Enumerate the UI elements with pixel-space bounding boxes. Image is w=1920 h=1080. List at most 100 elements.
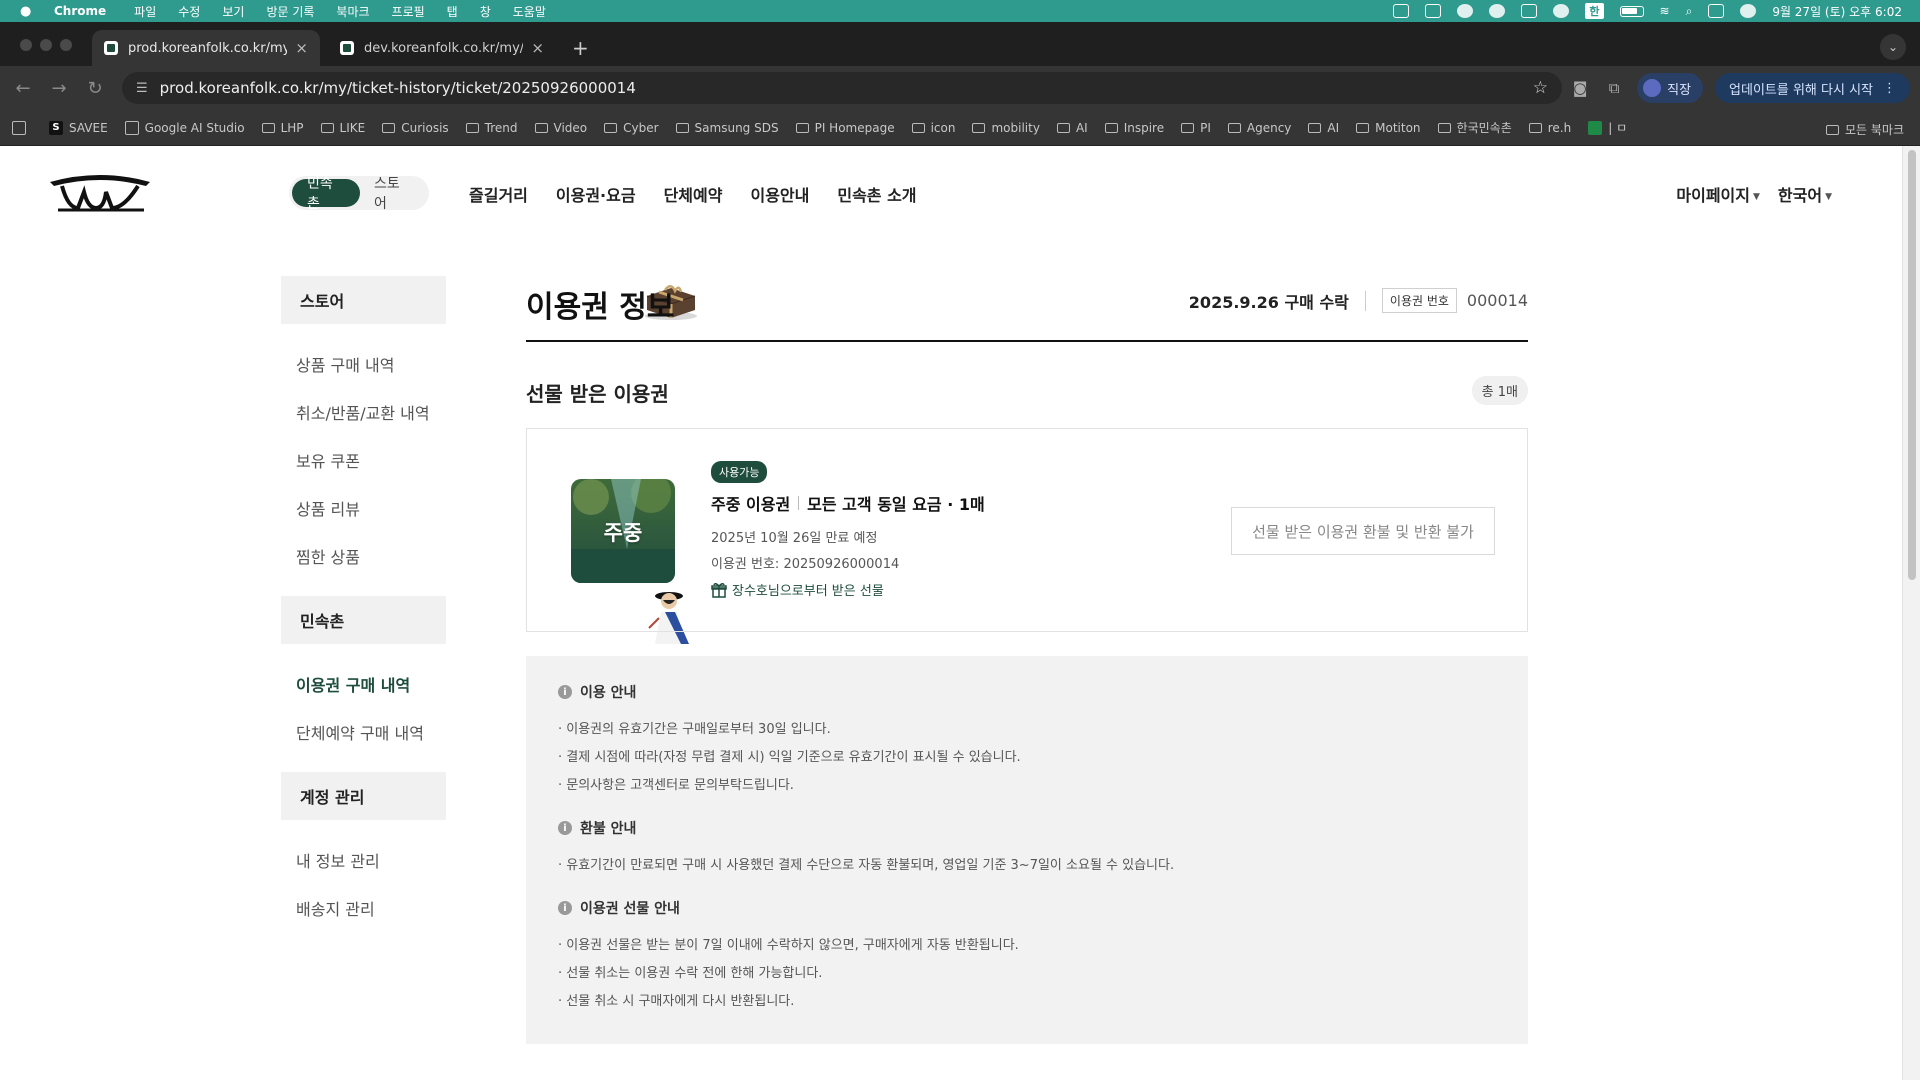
favicon-icon [104,41,118,55]
bookmark-folder[interactable]: PI Homepage [795,121,895,135]
bookmark-folder[interactable]: AI [1056,121,1088,135]
bookmark-star-icon[interactable]: ☆ [1533,78,1548,98]
nav-guide[interactable]: 이용안내 [750,182,809,206]
bookmark-folder[interactable]: LIKE [320,121,365,135]
mypage-dropdown[interactable]: 마이페이지 ▼ [1676,182,1760,206]
bookmark-google-ai-studio[interactable]: Google AI Studio [124,120,245,135]
sidebar-item-addresses[interactable]: 배송지 관리 [296,896,375,920]
bookmark-folder[interactable]: Curiosis [382,121,449,135]
folder-icon [1528,122,1542,133]
all-bookmarks-folder[interactable]: 모든 북마크 [1825,121,1904,138]
bookmark-item[interactable]: | ㅁ [1588,119,1627,136]
page-scrollbar[interactable] [1902,146,1920,1080]
nav-tickets-fees[interactable]: 이용권·요금 [556,182,636,206]
folk-village-logo[interactable] [48,172,152,212]
sidebar-item-group-orders[interactable]: 단체예약 구매 내역 [296,720,424,744]
nav-attractions[interactable]: 즐길거리 [469,182,528,206]
chat-status-icon[interactable] [1553,4,1570,18]
drive-status-icon[interactable] [1425,4,1442,18]
new-tab-button[interactable]: + [572,38,589,58]
siri-icon[interactable] [1740,4,1757,18]
camera-icon[interactable]: ◙ [1569,79,1591,97]
spotlight-search-icon[interactable]: ⌕ [1686,4,1693,19]
bookmark-folder[interactable]: Cyber [604,121,659,135]
bookmark-folder[interactable]: Video [534,121,587,135]
bookmark-folder[interactable]: mobility [972,121,1040,135]
browser-tab[interactable]: dev.koreanfolk.co.kr/my/ticke × [328,30,556,66]
bookmark-folder[interactable]: Samsung SDS [675,121,779,135]
tab-search-button[interactable]: ⌄ [1880,34,1906,60]
bookmark-folder[interactable]: 한국민속촌 [1437,119,1512,136]
shield-status-icon[interactable] [1521,4,1538,18]
close-tab-icon[interactable]: × [531,39,544,57]
input-method-indicator[interactable]: 한 [1585,3,1604,19]
battery-icon[interactable] [1619,5,1644,17]
bookmark-folder[interactable]: icon [911,121,955,135]
menu-tab[interactable]: 탭 [447,3,458,20]
sidebar-item-my-info[interactable]: 내 정보 관리 [296,848,380,872]
sidebar-item-coupons[interactable]: 보유 쿠폰 [296,448,360,472]
plus-bookmark-icon [1588,120,1603,135]
menu-help[interactable]: 도움말 [513,3,546,20]
sidebar-item-cancel-return[interactable]: 취소/반품/교환 내역 [296,400,430,424]
update-restart-button[interactable]: 업데이트를 위해 다시 시작 ⋮ [1715,73,1910,103]
segment-folk-village[interactable]: 민속촌 [292,176,360,212]
wifi-icon[interactable]: ≋ [1660,4,1670,18]
apps-grid-icon[interactable] [12,120,32,135]
bookmark-folder[interactable]: Inspire [1104,121,1164,135]
menu-window[interactable]: 창 [480,3,491,20]
sidebar-item-ticket-orders[interactable]: 이용권 구매 내역 [296,672,410,696]
back-button[interactable]: ← [10,78,36,99]
nav-about[interactable]: 민속촌 소개 [837,182,916,206]
ticket-full-number: 이용권 번호: 20250926000014 [711,557,900,572]
bookmark-folder[interactable]: Trend [465,121,518,135]
browser-tab-active[interactable]: prod.koreanfolk.co.kr/my/ticke × [92,30,320,66]
update-label: 업데이트를 위해 다시 시작 [1729,82,1873,98]
bookmark-folder[interactable]: PI [1181,121,1211,135]
bookmark-folder[interactable]: LHP [261,121,304,135]
profile-button[interactable]: 직장 [1637,73,1704,103]
menu-bookmarks[interactable]: 북마크 [336,3,369,20]
apple-icon[interactable]: ● [20,4,36,19]
window-controls [20,39,72,51]
control-center-icon[interactable] [1708,4,1725,18]
menu-history[interactable]: 방문 기록 [266,3,314,20]
bookmark-savee[interactable]: S SAVEE [49,120,108,135]
notice-line: · 유효기간이 만료되면 구매 시 사용했던 결제 수단으로 자동 환불되며, … [558,858,1175,873]
bookmark-folder[interactable]: Motiton [1356,121,1421,135]
bookmark-folder[interactable]: Agency [1227,121,1291,135]
notice-line: · 이용권의 유효기간은 구매일로부터 30일 입니다. [558,722,831,737]
sync-status-icon[interactable] [1457,4,1474,18]
scrollbar-thumb[interactable] [1908,150,1916,580]
menu-edit[interactable]: 수정 [178,3,200,20]
sidebar-item-reviews[interactable]: 상품 리뷰 [296,496,360,520]
extension-status-icon[interactable] [1393,4,1410,18]
close-window-button[interactable] [20,39,32,51]
menu-file[interactable]: 파일 [134,3,156,20]
bookmark-folder[interactable]: AI [1308,121,1339,135]
minimize-window-button[interactable] [40,39,52,51]
site-info-icon[interactable]: ☰ [136,81,148,96]
close-tab-icon[interactable]: × [295,39,308,57]
extensions-icon[interactable]: ⧉ [1603,79,1625,97]
sidebar-item-wishlist[interactable]: 찜한 상품 [296,544,360,568]
app-menu-chrome[interactable]: Chrome [54,4,106,18]
forward-button[interactable]: → [46,78,72,99]
notice-line: · 이용권 선물은 받는 분이 7일 이내에 수락하지 않으면, 구매자에게 자… [558,938,1019,953]
toolbar-actions: ◙ ⧉ 직장 업데이트를 위해 다시 시작 ⋮ [1569,72,1910,104]
language-dropdown[interactable]: 한국어 ▼ [1778,182,1832,206]
segment-store[interactable]: 스토어 [360,173,426,213]
menu-profiles[interactable]: 프로필 [392,3,425,20]
address-bar[interactable]: ☰ prod.koreanfolk.co.kr/my/ticket-histor… [122,72,1562,104]
reload-button[interactable]: ↻ [82,78,108,99]
nav-group-booking[interactable]: 단체예약 [664,182,723,206]
menu-view[interactable]: 보기 [222,3,244,20]
sidebar-item-product-orders[interactable]: 상품 구매 내역 [296,352,395,376]
refund-disabled-button[interactable]: 선물 받은 이용권 환불 및 반환 불가 [1231,507,1495,555]
bookmark-folder[interactable]: re.h [1528,121,1571,135]
kebab-menu-icon[interactable]: ⋮ [1883,81,1896,96]
gift-from-link[interactable]: 장수호님으로부터 받은 선물 [711,580,884,599]
cloud-status-icon[interactable] [1489,4,1506,18]
menu-clock[interactable]: 9월 27일 (토) 오후 6:02 [1772,3,1902,20]
zoom-window-button[interactable] [60,39,72,51]
